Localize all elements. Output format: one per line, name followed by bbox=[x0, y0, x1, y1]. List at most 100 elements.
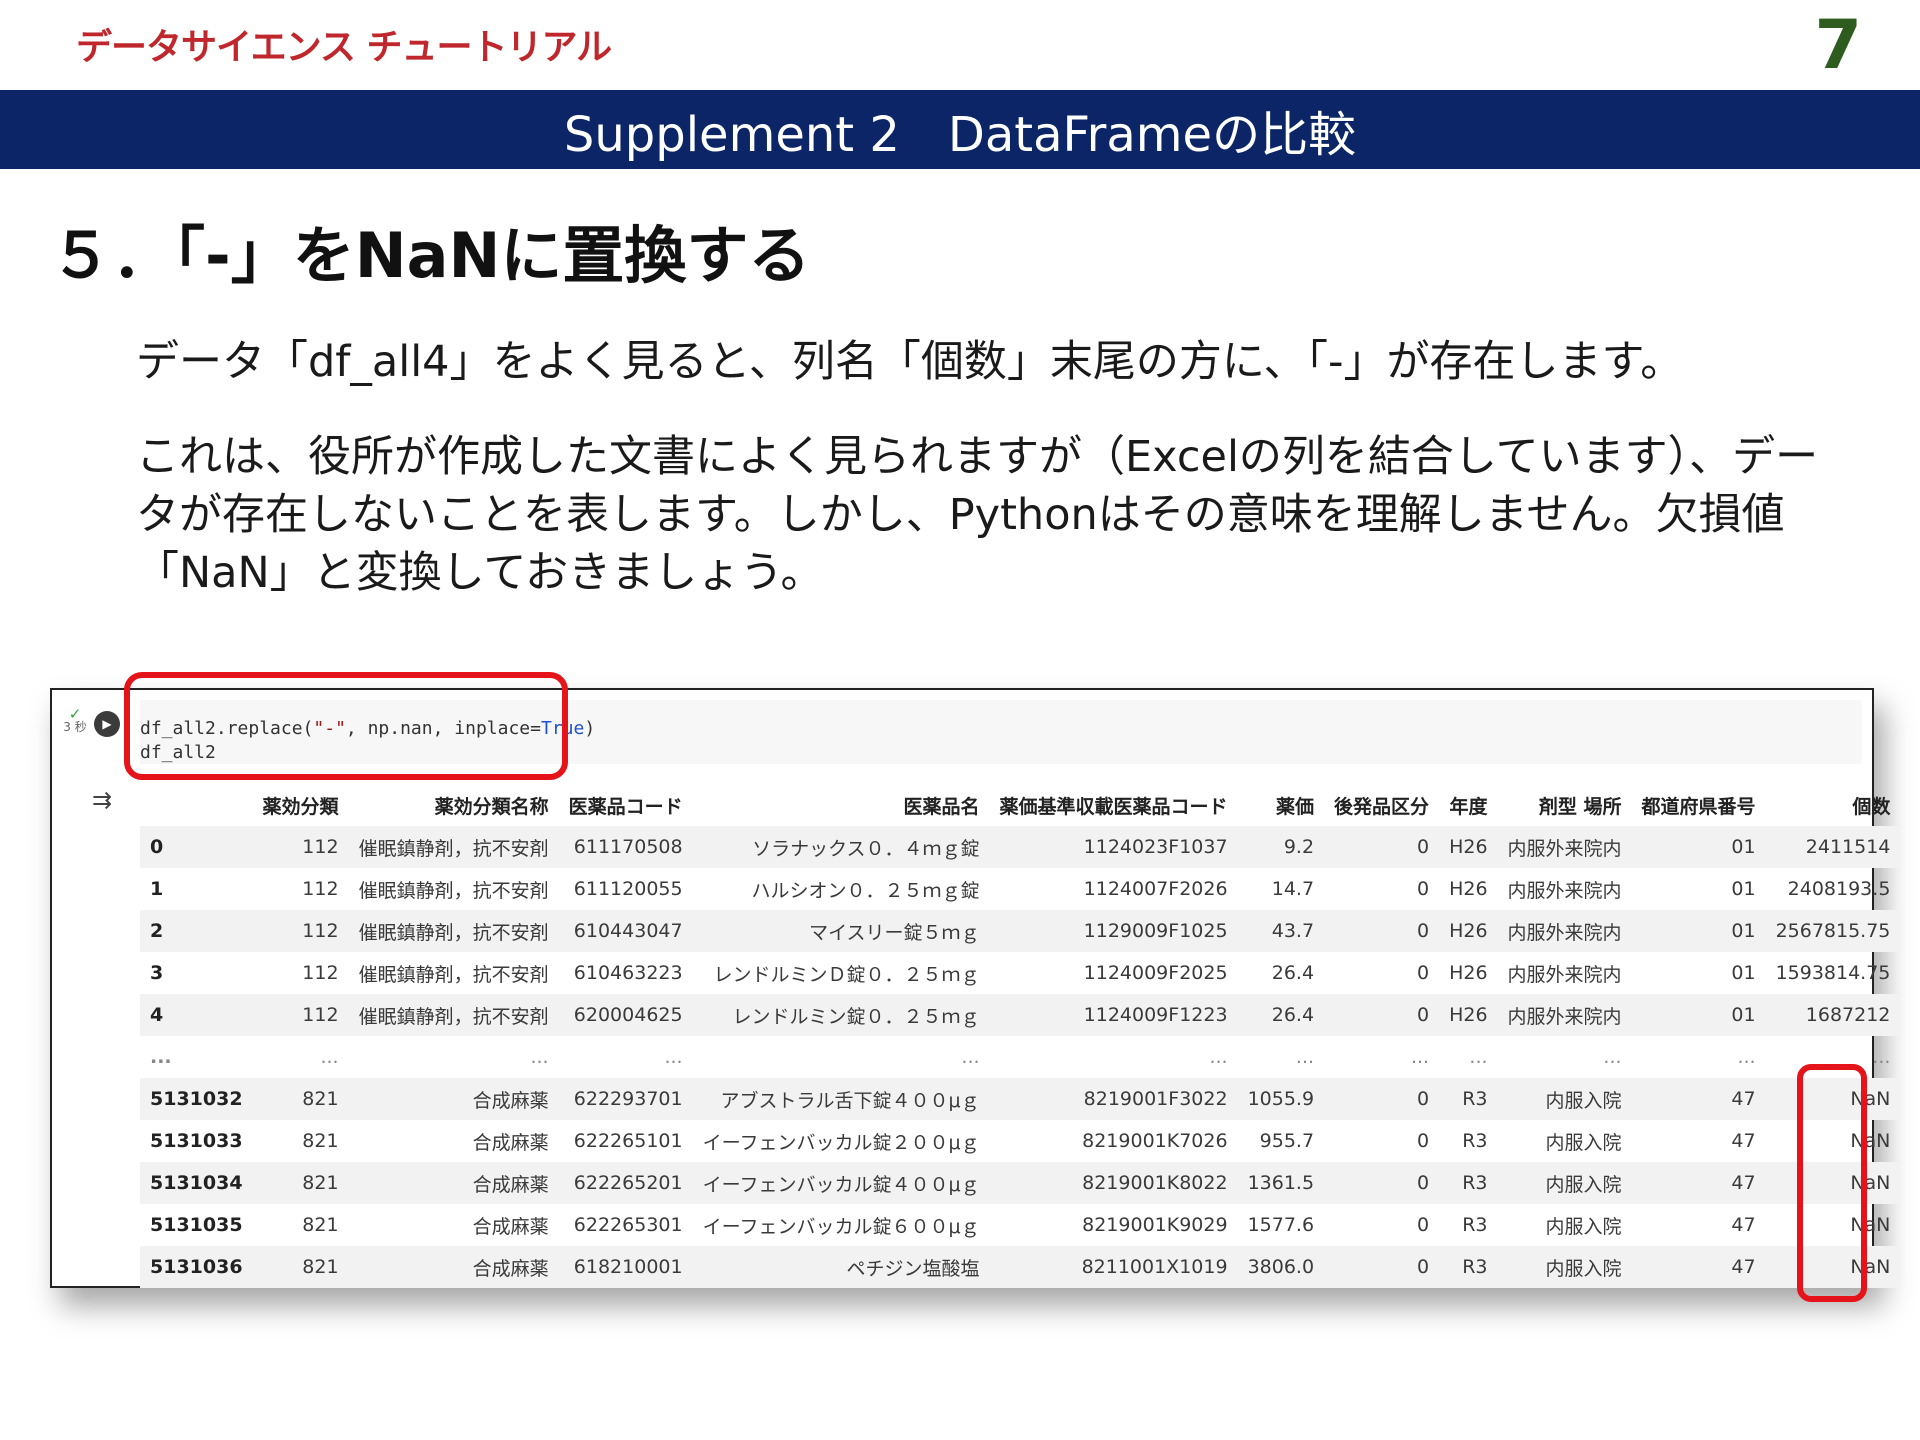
table-cell: ... bbox=[1469, 1046, 1488, 1068]
table-cell: 催眠鎮静剤，抗不安剤 bbox=[358, 837, 549, 860]
table-cell: 47 bbox=[1731, 1256, 1756, 1278]
table-cell: 2567815.75 bbox=[1775, 920, 1891, 942]
table-cell: ... bbox=[530, 1046, 549, 1068]
row-index: 5131036 bbox=[150, 1256, 243, 1278]
table-cell: ... bbox=[1603, 1046, 1622, 1068]
table-cell: 112 bbox=[302, 920, 339, 942]
explanation-paragraph: これは、役所が作成した文書によく見られますが（Excelの列を結合しています）、… bbox=[136, 432, 1819, 598]
table-cell: R3 bbox=[1462, 1214, 1488, 1236]
row-index: 5131034 bbox=[150, 1172, 243, 1194]
table-cell: 112 bbox=[302, 878, 339, 900]
table-cell: 1687212 bbox=[1805, 1004, 1891, 1026]
row-index: 3 bbox=[150, 962, 164, 984]
row-index: ... bbox=[150, 1046, 172, 1068]
table-cell: ... bbox=[1295, 1046, 1315, 1068]
table-cell: H26 bbox=[1449, 878, 1488, 900]
table-cell: 内服入院 bbox=[1545, 1257, 1622, 1280]
table-cell: 8219001K8022 bbox=[1082, 1172, 1228, 1194]
table-cell: H26 bbox=[1449, 836, 1488, 858]
table-cell: 01 bbox=[1731, 836, 1756, 858]
table-row: 0 112 催眠鎮静剤，抗不安剤 611170508 ソラナックス０．４ｍｇ錠 11240… bbox=[140, 826, 1901, 868]
table-cell: 内服入院 bbox=[1545, 1089, 1622, 1112]
table-cell: 3806.0 bbox=[1247, 1256, 1315, 1278]
table-row: 5131032 821 合成麻薬 622293701 アブストラル舌下錠４００μｇ 821… bbox=[140, 1078, 1901, 1120]
table-cell: 0 bbox=[1416, 836, 1430, 858]
table-cell: 1124009F2025 bbox=[1083, 962, 1228, 984]
table-cell: 47 bbox=[1731, 1088, 1756, 1110]
table-cell: 821 bbox=[302, 1088, 339, 1110]
table-cell: 01 bbox=[1731, 920, 1756, 942]
table-cell: 合成麻薬 bbox=[472, 1173, 549, 1196]
output-toggle-icon[interactable]: ⇉ bbox=[92, 786, 112, 814]
table-cell: 821 bbox=[302, 1172, 339, 1194]
table-cell: マイスリー錠５ｍｇ bbox=[809, 921, 980, 944]
table-row: 5131035 821 合成麻薬 622265301 イーフェンバッカル錠６００μｇ 82… bbox=[140, 1204, 1900, 1246]
table-cell: 47 bbox=[1731, 1130, 1756, 1152]
table-cell: 1129009F1025 bbox=[1083, 920, 1228, 942]
table-cell: H26 bbox=[1449, 920, 1488, 942]
table-row: 1 112 催眠鎮静剤，抗不安剤 611120055 ハルシオン０．２５ｍｇ錠 11240… bbox=[140, 868, 1900, 910]
table-cell: 合成麻薬 bbox=[472, 1215, 549, 1238]
table-row: 3 112 催眠鎮静剤，抗不安剤 610463223 レンドルミンＤ錠０．２５ｍｇ 112… bbox=[140, 952, 1900, 994]
row-index: 5131032 bbox=[150, 1088, 243, 1110]
table-cell: 26.4 bbox=[1271, 1004, 1315, 1026]
table-cell: 821 bbox=[302, 1256, 339, 1278]
table-cell: 8219001K9029 bbox=[1082, 1214, 1228, 1236]
column-header: 個数 bbox=[1852, 795, 1891, 818]
table-cell: 0 bbox=[1416, 878, 1430, 900]
table-cell: 610463223 bbox=[573, 962, 683, 984]
table-cell: 43.7 bbox=[1271, 920, 1315, 942]
column-header: 医薬品コード bbox=[568, 795, 683, 818]
table-row: 5131036 821 合成麻薬 618210001 ペチジン塩酸塩 8211001X10… bbox=[140, 1246, 1901, 1288]
column-header: 薬効分類名称 bbox=[434, 795, 549, 818]
table-cell: イーフェンバッカル錠６００μｇ bbox=[702, 1215, 980, 1238]
table-cell: R3 bbox=[1462, 1256, 1488, 1278]
table-cell: ... bbox=[1209, 1046, 1228, 1068]
table-cell: 0 bbox=[1416, 1004, 1430, 1026]
table-cell: 622265201 bbox=[573, 1172, 683, 1194]
table-cell: ... bbox=[320, 1046, 339, 1068]
table-cell: 622265101 bbox=[573, 1130, 683, 1152]
table-cell: 112 bbox=[302, 836, 339, 858]
table-cell: 2408193.5 bbox=[1787, 878, 1891, 900]
column-header: 後発品区分 bbox=[1334, 795, 1430, 818]
table-cell: レンドルミン錠０．２５ｍｇ bbox=[732, 1005, 980, 1028]
table-cell: 内服入院 bbox=[1545, 1131, 1622, 1154]
table-cell: ソラナックス０．４ｍｇ錠 bbox=[752, 837, 980, 860]
column-header: 薬効分類 bbox=[262, 795, 339, 818]
table-cell: 0 bbox=[1416, 1130, 1430, 1152]
table-cell: 1577.6 bbox=[1247, 1214, 1315, 1236]
table-cell: 内服入院 bbox=[1545, 1215, 1622, 1238]
table-cell: R3 bbox=[1462, 1088, 1488, 1110]
row-index: 5131035 bbox=[150, 1214, 243, 1236]
table-row: 5131033 821 合成麻薬 622265101 イーフェンバッカル錠２００μｇ 82… bbox=[140, 1120, 1900, 1162]
table-cell: 0 bbox=[1416, 1172, 1430, 1194]
notebook-cell: ✓ 3 秒 ▶ df_all2.replace("-", np.nan, inp… bbox=[50, 672, 1901, 1302]
table-cell: 内服外来院内 bbox=[1507, 921, 1622, 944]
table-cell: 合成麻薬 bbox=[472, 1131, 549, 1154]
dataframe-table: 薬効分類 薬効分類名称 医薬品コード 医薬品名 薬価基準収載医薬品コード 薬価 後発品区分年… bbox=[140, 784, 1901, 1288]
page-number: 7 bbox=[1814, 6, 1862, 85]
brand-title: データサイエンス チュートリアル bbox=[76, 27, 612, 68]
table-cell: 8211001X1019 bbox=[1081, 1256, 1228, 1278]
table-cell: 催眠鎮静剤，抗不安剤 bbox=[358, 879, 549, 902]
run-cell-button[interactable]: ▶ bbox=[94, 711, 120, 737]
table-cell: 620004625 bbox=[573, 1004, 683, 1026]
row-index: 4 bbox=[150, 1004, 164, 1026]
table-cell: 内服外来院内 bbox=[1507, 837, 1622, 860]
row-index: 0 bbox=[150, 836, 164, 858]
table-cell: 1055.9 bbox=[1247, 1088, 1315, 1110]
table-cell: 9.2 bbox=[1283, 836, 1315, 858]
cell-status: ✓ 3 秒 bbox=[58, 707, 92, 734]
table-cell: 1124023F1037 bbox=[1083, 836, 1228, 858]
table-cell: 112 bbox=[302, 1004, 339, 1026]
slide-banner: Supplement 2 DataFrameの比較 bbox=[0, 90, 1920, 169]
table-cell: 内服外来院内 bbox=[1507, 963, 1622, 986]
table-cell: 2411514 bbox=[1805, 836, 1891, 858]
table-cell: 1361.5 bbox=[1247, 1172, 1315, 1194]
column-header: 年度 bbox=[1449, 795, 1488, 818]
table-row: 2 112 催眠鎮静剤，抗不安剤 610443047 マイスリー錠５ｍｇ 1129009F… bbox=[140, 910, 1901, 952]
table-cell: 0 bbox=[1416, 1214, 1430, 1236]
table-cell: 618210001 bbox=[573, 1256, 683, 1278]
column-header: 薬価 bbox=[1276, 795, 1315, 818]
